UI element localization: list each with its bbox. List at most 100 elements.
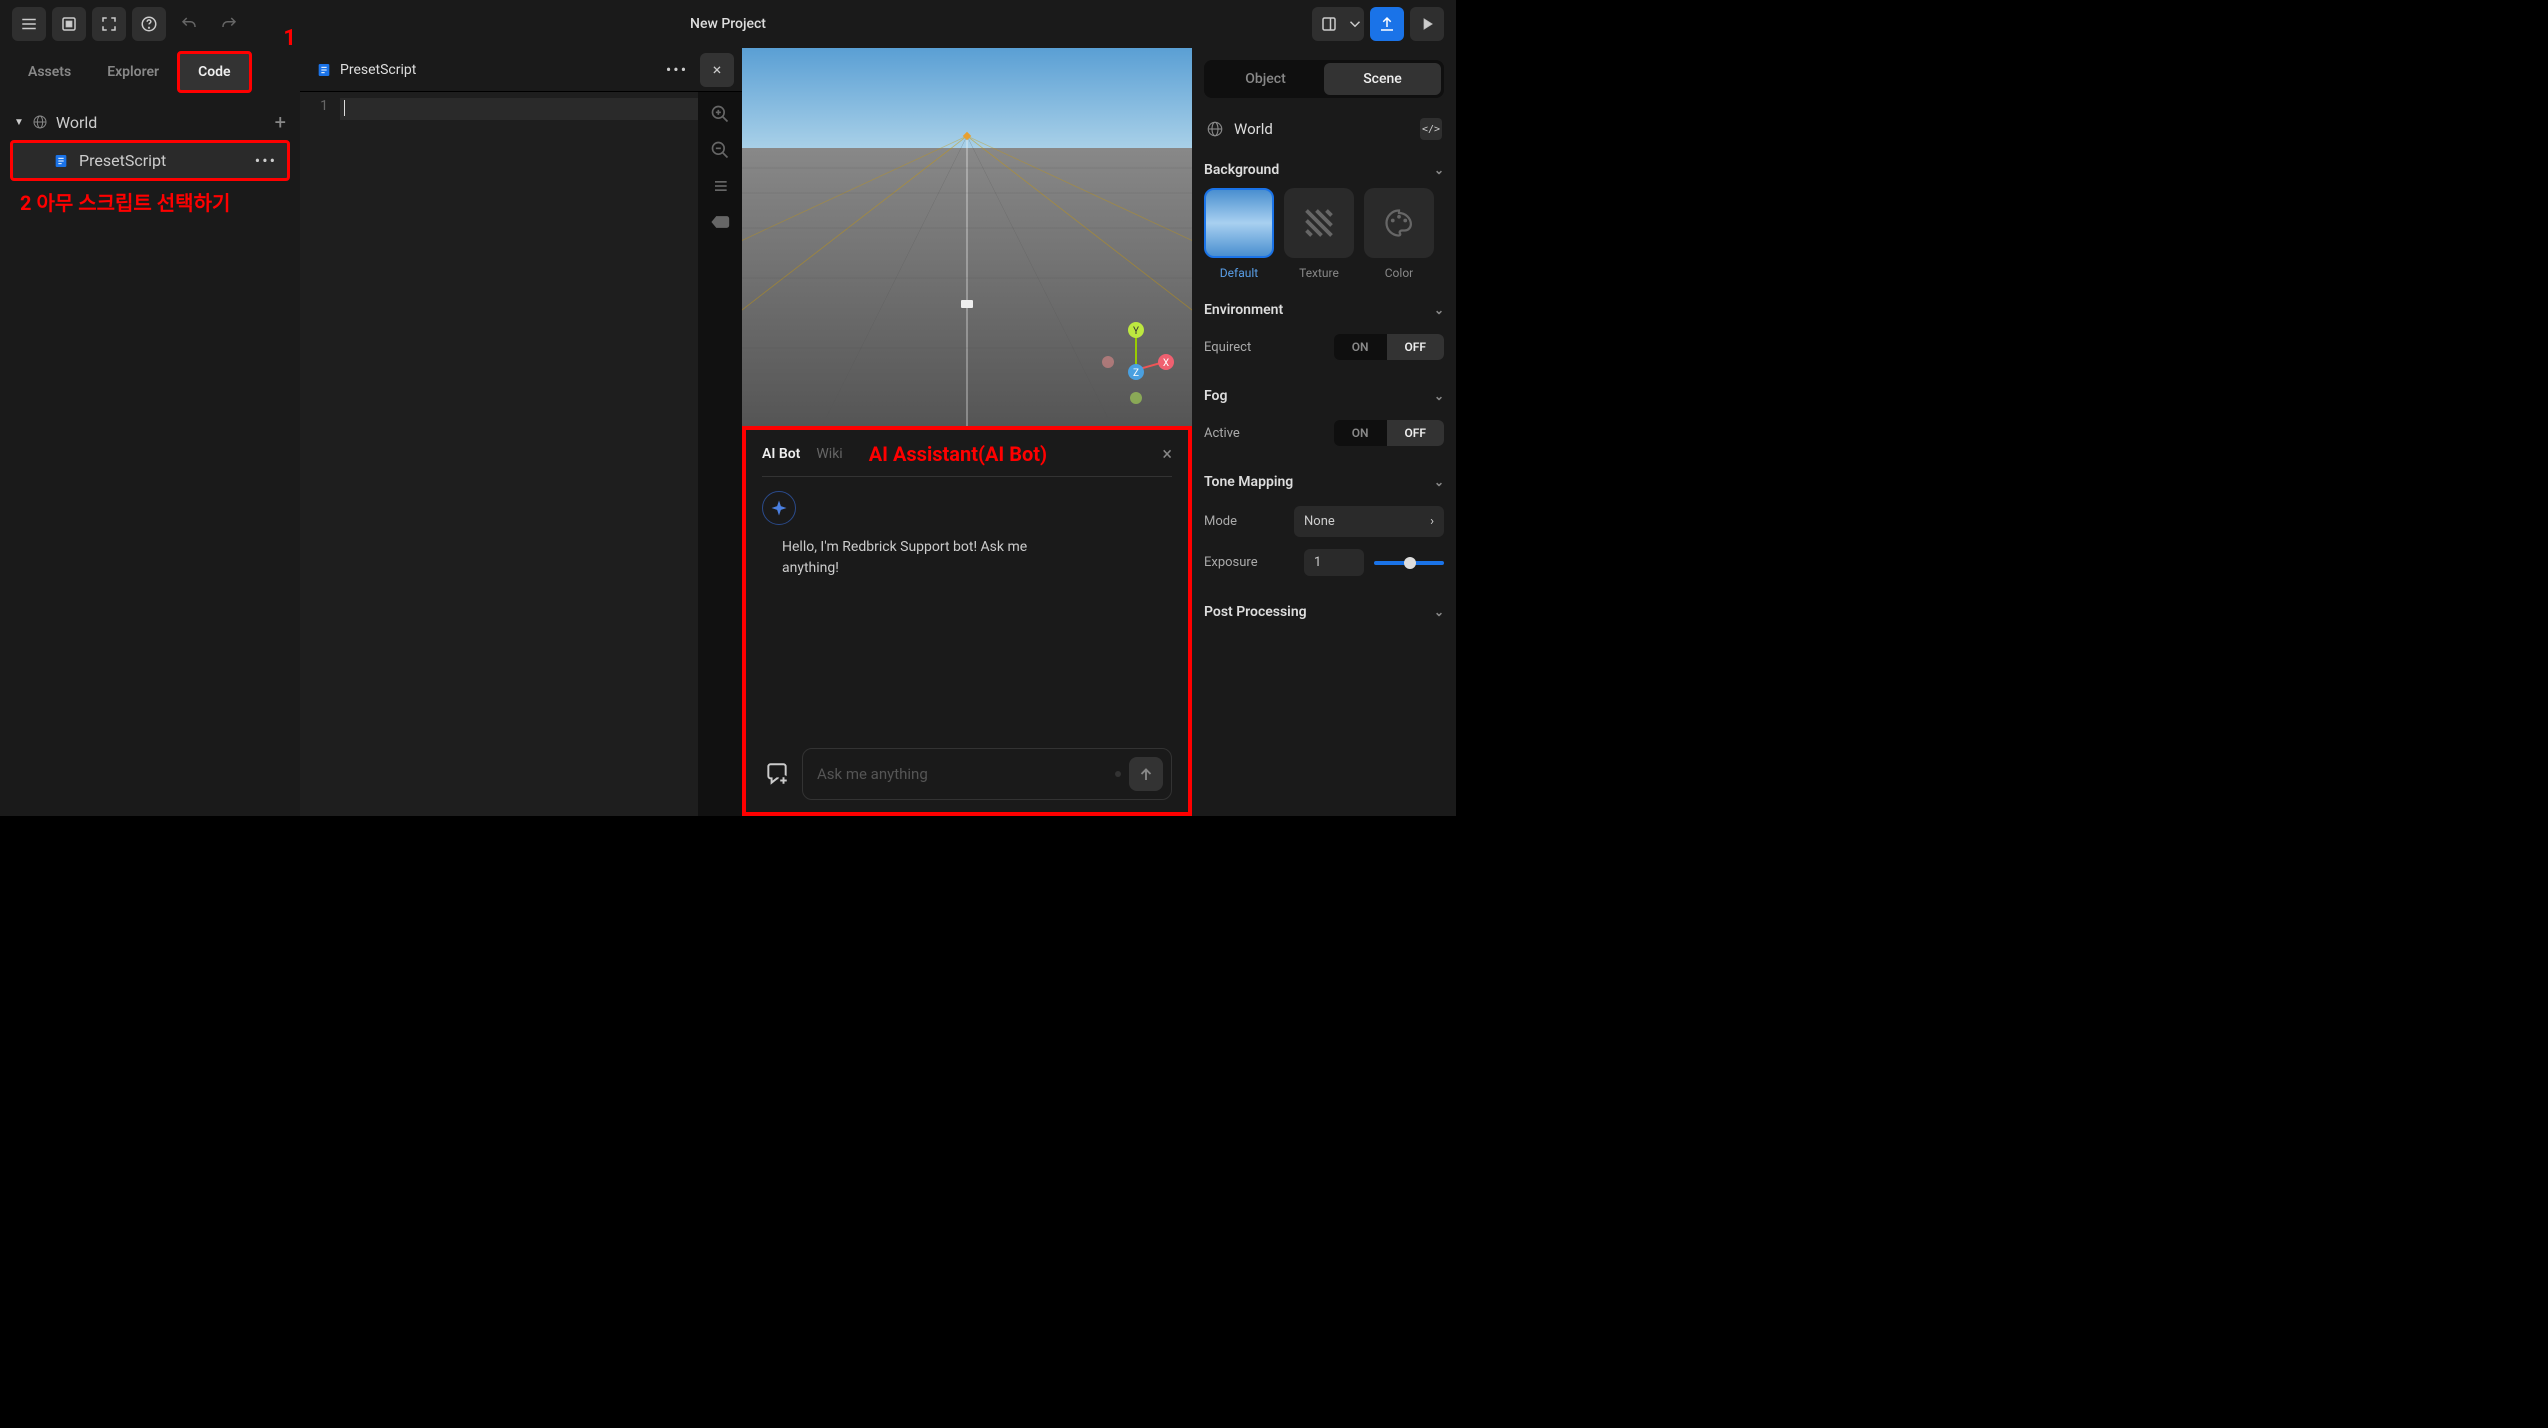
section-environment-header[interactable]: Environment ⌄ xyxy=(1204,298,1444,328)
caret-down-icon: ▼ xyxy=(14,117,24,128)
play-button[interactable] xyxy=(1410,7,1444,41)
prop-label: Equirect xyxy=(1204,340,1251,355)
code-editor[interactable]: 1 xyxy=(300,92,698,816)
ai-input-indicator xyxy=(1115,771,1121,777)
section-background-header[interactable]: Background ⌄ xyxy=(1204,158,1444,188)
section-background: Background ⌄ Default Texture xyxy=(1204,158,1444,280)
ai-input-box xyxy=(802,748,1172,800)
left-tabs: Assets Explorer Code 1 xyxy=(0,48,300,96)
layout-button[interactable] xyxy=(1312,7,1346,41)
prop-label: Mode xyxy=(1204,514,1237,529)
section-post-header[interactable]: Post Processing ⌄ xyxy=(1204,600,1444,630)
section-fog: Fog ⌄ Active ON OFF xyxy=(1204,384,1444,452)
editor-tab-preset[interactable]: PresetScript xyxy=(300,48,432,91)
screenshot-button[interactable] xyxy=(52,7,86,41)
fullscreen-button[interactable] xyxy=(92,7,126,41)
script-tree: ▼ World + PresetScript ••• 2 아무 스크립트 선택하… xyxy=(0,96,300,230)
bg-option-default[interactable]: Default xyxy=(1204,188,1274,280)
ai-send-button[interactable] xyxy=(1129,757,1163,791)
inspector-world-row: World </> xyxy=(1204,112,1444,158)
tone-mode-select[interactable]: None › xyxy=(1294,506,1444,537)
list-icon[interactable] xyxy=(710,176,730,196)
main-layout: Assets Explorer Code 1 ▼ World + PresetS… xyxy=(0,48,1456,816)
tab-assets[interactable]: Assets xyxy=(10,54,89,90)
section-title: Post Processing xyxy=(1204,604,1307,620)
prop-label: Exposure xyxy=(1204,555,1258,570)
ai-annotation: AI Assistant(AI Bot) xyxy=(869,442,1047,466)
viewport-ground xyxy=(742,148,1192,426)
redo-button[interactable] xyxy=(212,7,246,41)
menu-button[interactable] xyxy=(12,7,46,41)
bg-option-color[interactable]: Color xyxy=(1364,188,1434,280)
layout-dropdown[interactable] xyxy=(1346,7,1364,41)
editor-tab-more[interactable]: ••• xyxy=(660,53,694,87)
add-script-button[interactable]: + xyxy=(275,110,286,134)
tab-scene[interactable]: Scene xyxy=(1324,63,1441,95)
equirect-on[interactable]: ON xyxy=(1334,334,1387,360)
text-cursor xyxy=(344,100,345,116)
section-title: Fog xyxy=(1204,388,1227,404)
bg-thumb-texture xyxy=(1284,188,1354,258)
slider-thumb[interactable] xyxy=(1404,557,1416,569)
section-title: Background xyxy=(1204,162,1279,178)
tab-explorer[interactable]: Explorer xyxy=(89,54,177,90)
exposure-value[interactable]: 1 xyxy=(1304,549,1364,576)
editor-tabs: PresetScript ••• × xyxy=(300,48,742,92)
script-file-icon xyxy=(316,62,332,78)
ai-tab-bot[interactable]: AI Bot xyxy=(762,446,800,462)
script-file-icon xyxy=(53,153,69,169)
section-tone-header[interactable]: Tone Mapping ⌄ xyxy=(1204,470,1444,500)
zoom-out-icon[interactable] xyxy=(710,140,730,160)
ai-avatar-icon xyxy=(762,491,796,525)
inspector-panel: Object Scene World </> Background ⌄ Defa… xyxy=(1192,48,1456,816)
section-title: Tone Mapping xyxy=(1204,474,1293,490)
tree-world-row[interactable]: ▼ World + xyxy=(10,104,290,140)
zoom-in-icon[interactable] xyxy=(710,104,730,124)
ai-tab-wiki[interactable]: Wiki xyxy=(816,446,842,462)
line-number: 1 xyxy=(320,98,328,114)
help-button[interactable] xyxy=(132,7,166,41)
undo-button[interactable] xyxy=(172,7,206,41)
layout-split-button xyxy=(1312,7,1364,41)
chevron-down-icon: ⌄ xyxy=(1434,303,1444,317)
section-title: Environment xyxy=(1204,302,1283,318)
exposure-slider[interactable] xyxy=(1374,561,1444,565)
editor-tab-actions: ••• × xyxy=(660,53,742,87)
editor-tab-close[interactable]: × xyxy=(700,53,734,87)
script-item-label: PresetScript xyxy=(79,151,166,170)
viewport-column: Y X Z AI Bot Wiki AI Assistant(AI Bot) ×… xyxy=(742,48,1192,816)
fog-off[interactable]: OFF xyxy=(1387,420,1444,446)
bg-option-texture[interactable]: Texture xyxy=(1284,188,1354,280)
ai-input[interactable] xyxy=(817,765,1107,783)
globe-icon xyxy=(32,114,48,130)
select-value: None xyxy=(1304,514,1335,529)
fog-on[interactable]: ON xyxy=(1334,420,1387,446)
equirect-toggle: ON OFF xyxy=(1334,334,1444,360)
section-fog-header[interactable]: Fog ⌄ xyxy=(1204,384,1444,414)
3d-viewport[interactable]: Y X Z xyxy=(742,48,1192,426)
ai-panel-header: AI Bot Wiki AI Assistant(AI Bot) × xyxy=(762,442,1172,477)
left-panel: Assets Explorer Code 1 ▼ World + PresetS… xyxy=(0,48,300,816)
prop-label: Active xyxy=(1204,426,1240,441)
bg-label: Color xyxy=(1385,266,1413,280)
inspector-code-button[interactable]: </> xyxy=(1420,118,1442,140)
new-chat-button[interactable] xyxy=(762,759,792,789)
chevron-down-icon: ⌄ xyxy=(1434,605,1444,619)
code-line-area[interactable] xyxy=(340,92,698,816)
chevron-down-icon: ⌄ xyxy=(1434,163,1444,177)
equirect-off[interactable]: OFF xyxy=(1387,334,1444,360)
background-options: Default Texture Color xyxy=(1204,188,1444,280)
topbar-right-group xyxy=(1312,7,1444,41)
tab-code[interactable]: Code xyxy=(177,51,252,93)
script-item-preset[interactable]: PresetScript ••• xyxy=(10,140,290,181)
tab-object[interactable]: Object xyxy=(1207,63,1324,95)
backspace-icon[interactable] xyxy=(710,212,730,232)
ai-close-button[interactable]: × xyxy=(1162,444,1172,465)
world-label: World xyxy=(56,113,97,132)
bg-label: Default xyxy=(1220,266,1258,280)
script-item-menu[interactable]: ••• xyxy=(255,151,277,170)
fog-toggle: ON OFF xyxy=(1334,420,1444,446)
globe-icon xyxy=(1206,120,1224,138)
editor-body: 1 xyxy=(300,92,742,816)
upload-button[interactable] xyxy=(1370,7,1404,41)
